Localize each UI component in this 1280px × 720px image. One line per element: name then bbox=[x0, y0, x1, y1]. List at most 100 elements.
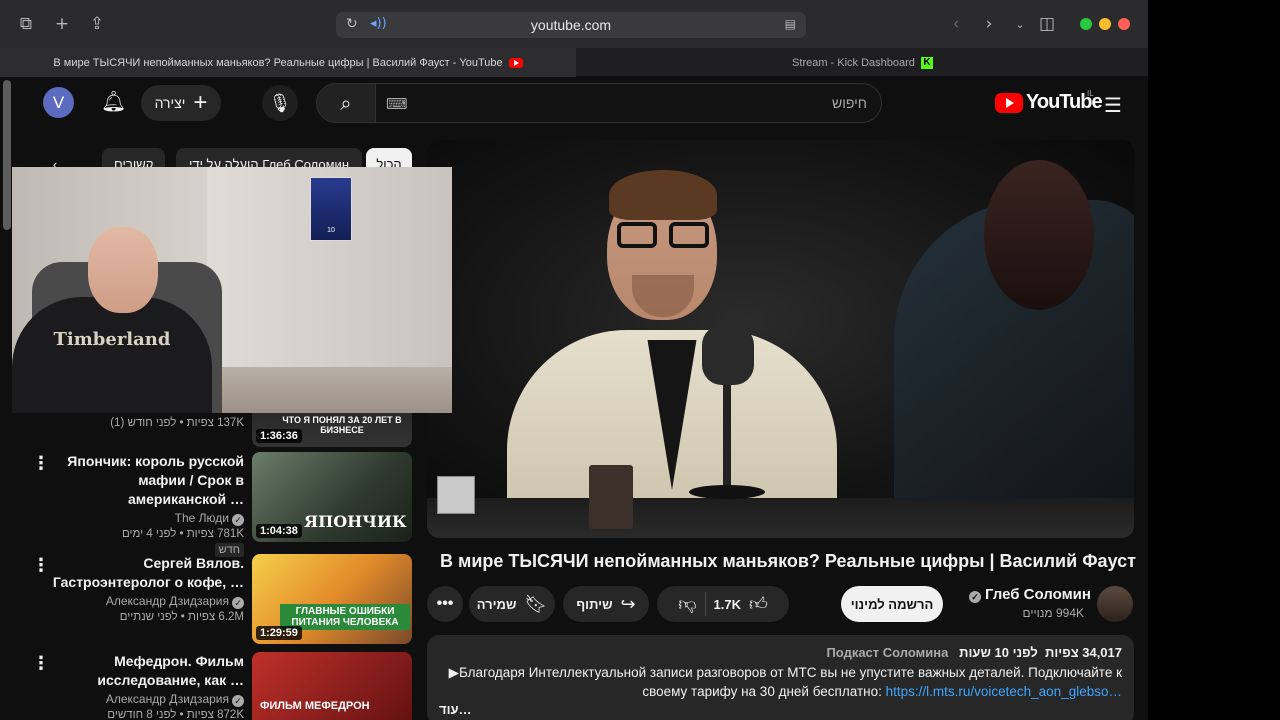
show-more-link[interactable]: …עוד bbox=[439, 702, 1122, 717]
rec-channel-line: The Люди ✓ bbox=[52, 511, 244, 526]
notifications-bell-icon[interactable]: 🔔︎ bbox=[101, 89, 126, 113]
audio-playing-icon[interactable]: ◂)) bbox=[370, 16, 387, 31]
sidebar-toggle-icon[interactable]: ⧉ bbox=[14, 12, 38, 36]
tab-youtube[interactable]: В мире ТЫСЯЧИ непойманных маньяков? Реал… bbox=[0, 48, 576, 77]
voice-search-mic-icon[interactable]: 🎙︎ bbox=[262, 85, 298, 121]
list-item[interactable]: 137K צפיות • לפני חודש (1) ЧТО Я ПОНЯЛ З… bbox=[22, 357, 414, 447]
save-label: שמירה bbox=[476, 596, 517, 612]
browser-window: ⧉ + ⇪ ↻ ◂)) youtube.com ▤ ‹ › ⌄ ◫ ◂) В м… bbox=[0, 0, 1148, 720]
video-guest-glasses bbox=[617, 222, 713, 248]
list-item[interactable]: ⋮ Сергей Вялов. Гастроэнтеролог о кофе, … bbox=[22, 554, 414, 646]
share-button[interactable]: שיתוף ↪ bbox=[563, 586, 649, 622]
rec-stats: 6.2M צפיות • לפני שנתיים bbox=[119, 611, 244, 623]
plus-icon: + bbox=[193, 89, 208, 116]
browser-toolbar: ⧉ + ⇪ ↻ ◂)) youtube.com ▤ ‹ › ⌄ ◫ bbox=[0, 0, 1148, 48]
youtube-logo[interactable]: YouTube bbox=[995, 91, 1103, 114]
description-tags[interactable]: Подкаст Соломина bbox=[826, 645, 948, 660]
rec-stats: 872K צפיות • לפני 8 חודשים bbox=[107, 709, 244, 720]
like-dislike-group: 👎︎ 1.7K 👍︎ bbox=[657, 586, 789, 622]
address-bar[interactable]: ↻ ◂)) youtube.com ▤ bbox=[336, 12, 806, 38]
tab-title: В мире ТЫСЯЧИ непойманных маньяков? Реал… bbox=[53, 56, 503, 69]
youtube-play-logo-icon bbox=[995, 92, 1023, 113]
more-actions-icon[interactable]: ••• bbox=[427, 586, 463, 622]
list-item[interactable]: ⋮ Япончик: король русской мафии / Срок в… bbox=[22, 452, 414, 557]
more-options-icon[interactable]: ⋮ bbox=[32, 557, 50, 575]
description-link[interactable]: https://l.mts.ru/voicetech_aon_glebso… bbox=[886, 684, 1122, 699]
reader-icon[interactable]: ▤ bbox=[785, 17, 796, 31]
tab-kick[interactable]: Stream - Kick Dashboard K bbox=[577, 48, 1148, 77]
like-divider bbox=[704, 592, 706, 616]
rec-channel: Александр Дзидзария bbox=[105, 594, 229, 608]
rec-thumbnail[interactable]: ГЛАВНЫЕ ОШИБКИ ПИТАНИЯ ЧЕЛОВЕКА 1:29:59 bbox=[252, 554, 412, 644]
search-icon: ⌕ bbox=[340, 91, 352, 115]
tab-title: Stream - Kick Dashboard bbox=[792, 56, 915, 69]
channel-name-link[interactable]: ✓ Глеб Соломин bbox=[966, 586, 1091, 603]
rec-meta: Япончик: король русской мафии / Срок в а… bbox=[52, 452, 244, 558]
rec-duration: 1:29:59 bbox=[256, 626, 302, 640]
webcam-poster: 10 bbox=[310, 177, 352, 241]
create-button[interactable]: יצירה + bbox=[141, 85, 221, 121]
video-player[interactable] bbox=[427, 140, 1134, 538]
window-zoom-button[interactable] bbox=[1080, 18, 1092, 30]
search-button[interactable]: ⌕ bbox=[316, 83, 376, 123]
youtube-favicon-icon bbox=[508, 57, 523, 68]
address-url: youtube.com bbox=[530, 17, 612, 33]
channel-name: Глеб Соломин bbox=[985, 586, 1091, 603]
channel-avatar[interactable] bbox=[1097, 586, 1133, 622]
rec-thumbnail[interactable]: ФИЛЬМ МЕФЕДРОН bbox=[252, 652, 412, 720]
rec-channel: The Люди bbox=[174, 511, 229, 525]
chevron-down-icon[interactable]: ⌄ bbox=[1008, 12, 1032, 36]
back-icon[interactable]: ‹ bbox=[944, 12, 968, 36]
channel-watermark[interactable] bbox=[437, 476, 475, 514]
rec-duration: 1:36:36 bbox=[256, 429, 302, 443]
menu-hamburger-icon[interactable]: ☰ bbox=[1104, 93, 1122, 117]
keyboard-icon[interactable]: ⌨ bbox=[386, 95, 408, 113]
verified-icon: ✓ bbox=[232, 597, 244, 609]
share-label: שיתוף bbox=[576, 596, 613, 612]
more-options-icon[interactable]: ⋮ bbox=[32, 655, 50, 673]
video-mic-stand bbox=[723, 380, 731, 490]
like-count[interactable]: 1.7K bbox=[714, 597, 741, 612]
webcam-person-head bbox=[88, 227, 158, 313]
search-input[interactable]: חיפוש ⌨ bbox=[376, 83, 882, 123]
like-icon[interactable]: 👍︎ bbox=[749, 593, 768, 615]
rec-title: Япончик: король русской мафии / Срок в а… bbox=[67, 453, 244, 507]
forward-icon[interactable]: › bbox=[977, 12, 1001, 36]
verified-icon: ✓ bbox=[969, 591, 981, 603]
search-placeholder: חיפוש bbox=[832, 95, 867, 111]
thumb-caption: ЯПОНЧИК bbox=[304, 512, 407, 531]
window-close-button[interactable] bbox=[1118, 18, 1130, 30]
description-box[interactable]: 34,017 צפיות לפני 10 שעות Подкаст Соломи… bbox=[427, 635, 1134, 720]
dislike-icon[interactable]: 👎︎ bbox=[678, 593, 696, 615]
rec-title: Сергей Вялов. Гастроэнтеролог о кофе, … bbox=[52, 555, 244, 590]
rec-meta: Мефедрон. Фильм исследование, как … Алек… bbox=[52, 652, 244, 720]
window-minimize-button[interactable] bbox=[1099, 18, 1111, 30]
upload-time: לפני 10 שעות bbox=[959, 645, 1038, 660]
save-button[interactable]: שמירה 🔖︎ bbox=[469, 586, 555, 622]
video-guest-hair bbox=[609, 170, 717, 220]
page-scrollbar[interactable] bbox=[3, 80, 11, 230]
account-avatar[interactable]: V bbox=[43, 87, 74, 118]
rec-thumbnail[interactable]: ЯПОНЧИК 1:04:38 bbox=[252, 452, 412, 542]
share-icon[interactable]: ⇪ bbox=[85, 12, 109, 36]
subscribe-button[interactable]: הרשמה למינוי bbox=[841, 586, 943, 622]
rec-stats: 137K צפיות • לפני חודש (1) bbox=[110, 417, 244, 429]
thumb-caption: ФИЛЬМ МЕФЕДРОН bbox=[260, 700, 370, 712]
new-tab-icon[interactable]: + bbox=[50, 12, 74, 36]
rec-channel: Александр Дзидзария bbox=[105, 692, 229, 706]
webcam-person: Timberland bbox=[12, 297, 212, 413]
video-host-head bbox=[984, 160, 1094, 310]
create-label: יצירה bbox=[154, 95, 186, 111]
list-item[interactable]: ⋮ Мефедрон. Фильм исследование, как … Ал… bbox=[22, 652, 414, 720]
video-microphone bbox=[702, 325, 754, 385]
reload-icon[interactable]: ↻ bbox=[346, 16, 358, 32]
webcam-overlay: 10 Timberland bbox=[12, 167, 452, 413]
tab-bar: ◂) В мире ТЫСЯЧИ непойманных маньяков? Р… bbox=[0, 48, 1148, 77]
verified-icon: ✓ bbox=[232, 695, 244, 707]
description-stats: 34,017 צפיות לפני 10 שעות Подкаст Соломи… bbox=[439, 645, 1122, 660]
more-options-icon[interactable]: ⋮ bbox=[32, 455, 50, 473]
rec-duration: 1:04:38 bbox=[256, 524, 302, 538]
split-view-icon[interactable]: ◫ bbox=[1035, 12, 1059, 36]
kick-favicon-icon: K bbox=[920, 56, 933, 69]
desktop-background bbox=[1148, 0, 1280, 720]
